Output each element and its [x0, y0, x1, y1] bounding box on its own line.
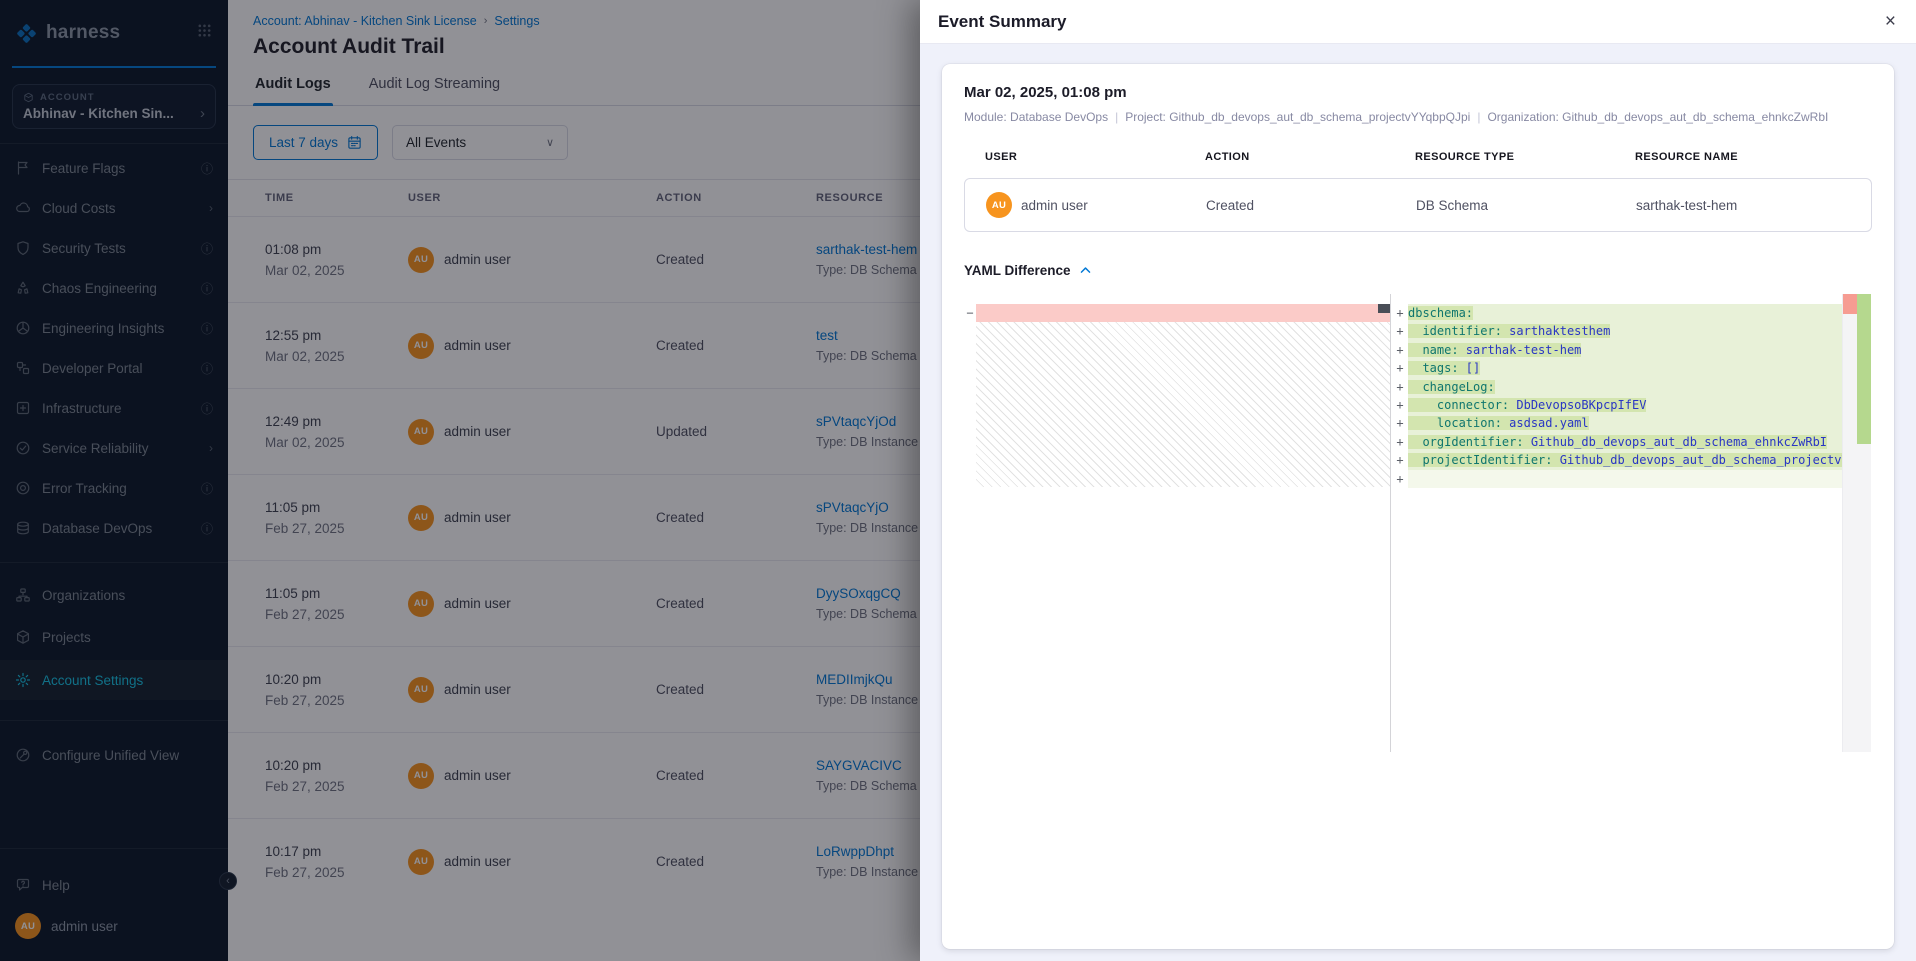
- column-header-user: USER: [985, 151, 1205, 163]
- meta-separator: |: [1477, 110, 1480, 124]
- added-marker: +: [1392, 470, 1408, 488]
- added-marker: +: [1392, 304, 1408, 322]
- event-resource-type: DB Schema: [1416, 198, 1636, 213]
- column-header-resource-type: RESOURCE TYPE: [1415, 151, 1635, 163]
- event-table-header: USER ACTION RESOURCE TYPE RESOURCE NAME: [964, 151, 1872, 163]
- event-resource-name: sarthak-test-hem: [1636, 198, 1871, 213]
- diff-added-line: changeLog:: [1408, 378, 1842, 396]
- diff-corner-marker: [1378, 304, 1390, 313]
- added-marker: +: [1392, 341, 1408, 359]
- diff-added-line: name: sarthak-test-hem: [1408, 341, 1842, 359]
- diff-left-gutter: −: [964, 294, 976, 752]
- column-header-action: ACTION: [1205, 151, 1415, 163]
- event-meta: Module: Database DevOps | Project: Github_…: [964, 110, 1872, 124]
- diff-modified-pane: dbschema: identifier: sarthaktesthem nam…: [1408, 294, 1843, 752]
- event-action: Created: [1206, 198, 1416, 213]
- yaml-difference-label: YAML Difference: [964, 263, 1071, 278]
- diff-added-line: connector: DbDevopsoBKpcpIfEV: [1408, 396, 1842, 414]
- event-user: admin user: [1021, 198, 1088, 213]
- diff-ruler-removed: [1843, 294, 1857, 314]
- yaml-key: name:: [1408, 343, 1459, 357]
- meta-separator: |: [1115, 110, 1118, 124]
- diff-added-line: projectIdentifier: Github_db_devops_aut_…: [1408, 451, 1842, 469]
- diff-right-gutter: + + + + + + + + + +: [1392, 294, 1408, 752]
- diff-added-line: orgIdentifier: Github_db_devops_aut_db_s…: [1408, 433, 1842, 451]
- added-marker: +: [1392, 433, 1408, 451]
- column-header-resource-name: RESOURCE NAME: [1635, 151, 1872, 163]
- event-summary-drawer: Event Summary × Mar 02, 2025, 01:08 pm M…: [920, 0, 1916, 961]
- yaml-key: projectIdentifier:: [1408, 453, 1553, 467]
- event-module: Module: Database DevOps: [964, 110, 1108, 124]
- diff-added-line: [1408, 470, 1842, 488]
- diff-original-pane: [976, 294, 1390, 752]
- yaml-value: asdsad.yaml: [1502, 416, 1589, 430]
- yaml-key: tags:: [1408, 361, 1459, 375]
- event-timestamp: Mar 02, 2025, 01:08 pm: [964, 84, 1872, 101]
- close-icon[interactable]: ×: [1885, 12, 1896, 31]
- yaml-value: sarthaktesthem: [1502, 324, 1610, 338]
- added-marker: +: [1392, 322, 1408, 340]
- yaml-key: changeLog:: [1408, 380, 1495, 394]
- avatar: AU: [986, 192, 1012, 218]
- drawer-title: Event Summary: [938, 12, 1067, 32]
- yaml-value: DbDevopsoBKpcpIfEV: [1509, 398, 1646, 412]
- diff-added-line: location: asdsad.yaml: [1408, 414, 1842, 432]
- added-marker: +: [1392, 414, 1408, 432]
- screen: harness ACCOUNT Abhinav - Kitchen Sin...…: [0, 0, 1916, 961]
- added-marker: +: [1392, 378, 1408, 396]
- yaml-value: Github_db_devops_aut_db_schema_ehnkcZwRb…: [1524, 435, 1827, 449]
- diff-empty-hatch: [976, 322, 1390, 487]
- diff-ruler-added: [1857, 294, 1871, 444]
- yaml-value: sarthak-test-hem: [1459, 343, 1582, 357]
- drawer-body: Mar 02, 2025, 01:08 pm Module: Database …: [920, 44, 1916, 961]
- yaml-key: identifier:: [1408, 324, 1502, 338]
- yaml-difference-toggle[interactable]: YAML Difference: [964, 263, 1872, 278]
- yaml-diff-viewer: − + + + + + + + +: [964, 294, 1872, 752]
- event-organization: Organization: Github_db_devops_aut_db_sc…: [1487, 110, 1828, 124]
- diff-removed-line: [976, 304, 1390, 322]
- added-marker: +: [1392, 359, 1408, 377]
- chevron-up-icon: [1079, 264, 1092, 277]
- yaml-value: Github_db_devops_aut_db_schema_projectvY…: [1553, 453, 1843, 467]
- yaml-key: orgIdentifier:: [1408, 435, 1524, 449]
- drawer-header: Event Summary ×: [920, 0, 1916, 44]
- event-summary-card: Mar 02, 2025, 01:08 pm Module: Database …: [942, 64, 1894, 949]
- added-marker: +: [1392, 451, 1408, 469]
- event-project: Project: Github_db_devops_aut_db_schema_…: [1125, 110, 1470, 124]
- yaml-key: dbschema:: [1408, 306, 1473, 320]
- yaml-key: connector:: [1408, 398, 1509, 412]
- added-marker: +: [1392, 396, 1408, 414]
- removed-marker: −: [966, 306, 973, 320]
- yaml-key: location:: [1408, 416, 1502, 430]
- event-table-row: AU admin user Created DB Schema sarthak-t…: [964, 178, 1872, 232]
- diff-added-line: dbschema:: [1408, 304, 1842, 322]
- yaml-value: []: [1459, 361, 1481, 375]
- diff-added-line: tags: []: [1408, 359, 1842, 377]
- diff-added-line: identifier: sarthaktesthem: [1408, 322, 1842, 340]
- diff-pane-divider[interactable]: [1390, 294, 1391, 752]
